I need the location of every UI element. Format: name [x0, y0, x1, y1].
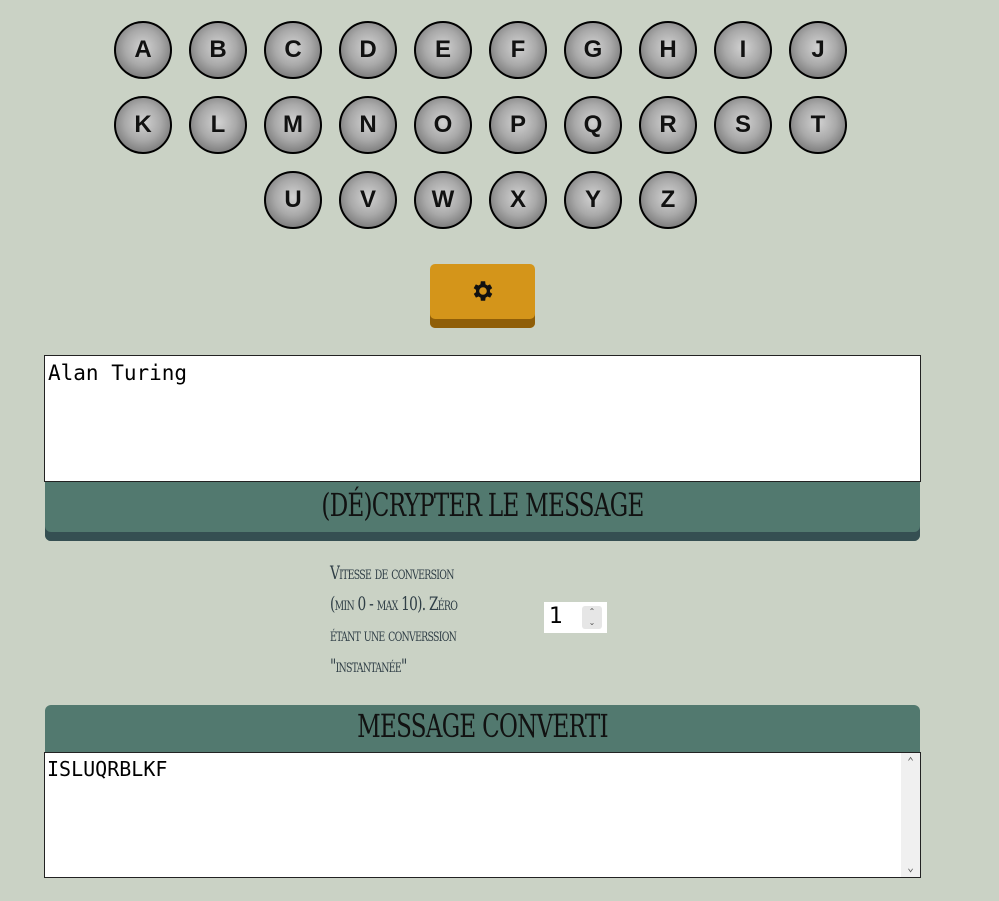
crypt-button[interactable]: (DÉ)CRYPTER LE MESSAGE [45, 482, 920, 541]
speed-label-line: étant une converssion [330, 624, 457, 646]
key-k[interactable]: K [114, 96, 172, 154]
speed-label: Vitesse de conversion (min 0 - max 10). … [330, 558, 503, 682]
speed-stepper[interactable]: ⌃ ⌄ [582, 606, 602, 629]
crypt-button-label: (DÉ)CRYPTER LE MESSAGE [321, 486, 644, 524]
gear-icon [473, 281, 492, 301]
key-b[interactable]: B [189, 21, 247, 79]
key-y[interactable]: Y [564, 171, 622, 229]
key-e[interactable]: E [414, 21, 472, 79]
speed-input[interactable]: 1 ⌃ ⌄ [544, 602, 607, 633]
key-l[interactable]: L [189, 96, 247, 154]
speed-label-line: Vitesse de conversion [330, 562, 454, 584]
key-q[interactable]: Q [564, 96, 622, 154]
key-c[interactable]: C [264, 21, 322, 79]
scroll-down-icon[interactable]: ⌄ [901, 859, 920, 877]
key-f[interactable]: F [489, 21, 547, 79]
key-w[interactable]: W [414, 171, 472, 229]
speed-value: 1 [549, 604, 563, 629]
chevron-down-icon[interactable]: ⌄ [582, 617, 602, 628]
keyboard: A B C D E F G H I J K L M N O P Q R S T … [0, 0, 999, 240]
key-z[interactable]: Z [639, 171, 697, 229]
key-i[interactable]: I [714, 21, 772, 79]
key-o[interactable]: O [414, 96, 472, 154]
output-message[interactable]: ISLUQRBLKF ⌃ ⌄ [44, 752, 921, 878]
key-j[interactable]: J [789, 21, 847, 79]
settings-button[interactable] [430, 264, 535, 328]
key-n[interactable]: N [339, 96, 397, 154]
scroll-up-icon[interactable]: ⌃ [901, 753, 920, 771]
speed-label-line: (min 0 - max 10). Zéro [330, 593, 458, 615]
key-d[interactable]: D [339, 21, 397, 79]
chevron-up-icon[interactable]: ⌃ [582, 606, 602, 617]
key-t[interactable]: T [789, 96, 847, 154]
speed-label-line: "instantanée" [330, 655, 407, 677]
key-v[interactable]: V [339, 171, 397, 229]
key-a[interactable]: A [114, 21, 172, 79]
output-header: MESSAGE CONVERTI [45, 705, 920, 752]
key-s[interactable]: S [714, 96, 772, 154]
key-h[interactable]: H [639, 21, 697, 79]
message-input[interactable]: Alan Turing [44, 355, 921, 482]
output-header-label: MESSAGE CONVERTI [357, 707, 609, 745]
key-x[interactable]: X [489, 171, 547, 229]
output-text: ISLUQRBLKF [47, 757, 168, 781]
output-scrollbar[interactable]: ⌃ ⌄ [901, 753, 920, 877]
key-m[interactable]: M [264, 96, 322, 154]
key-p[interactable]: P [489, 96, 547, 154]
key-u[interactable]: U [264, 171, 322, 229]
key-r[interactable]: R [639, 96, 697, 154]
key-g[interactable]: G [564, 21, 622, 79]
